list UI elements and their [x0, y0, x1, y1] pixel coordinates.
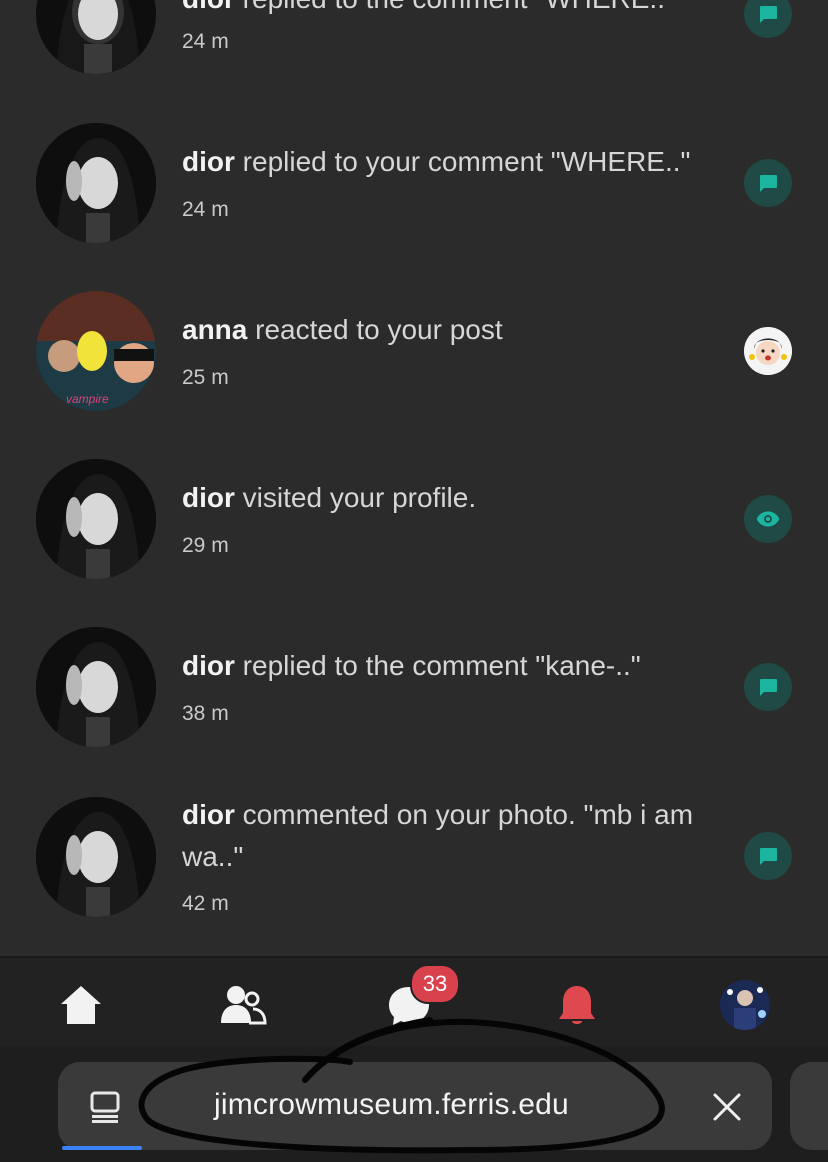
- notification-action: commented on your photo. "mb i am wa..": [182, 799, 694, 872]
- home-icon[interactable]: [56, 980, 106, 1030]
- close-icon[interactable]: [712, 1092, 742, 1127]
- tabs-icon[interactable]: [88, 1090, 122, 1129]
- comment-icon: [744, 0, 792, 38]
- notification-item[interactable]: dior replied to your comment "WHERE.." 2…: [0, 108, 828, 276]
- notification-time: 24 m: [182, 198, 229, 221]
- notification-user: dior: [182, 799, 235, 830]
- notification-time: 42 m: [182, 892, 229, 915]
- notification-item[interactable]: vampire anna reacted to your post 25 m: [0, 276, 828, 444]
- avatar[interactable]: vampire: [36, 291, 156, 411]
- notification-user: dior: [182, 146, 235, 177]
- notification-action: visited your profile.: [242, 482, 477, 513]
- notification-text: dior replied to your comment "WHERE..": [182, 141, 730, 183]
- notification-action: replied to the comment "WHERE..": [243, 0, 675, 14]
- notification-action: replied to the comment "kane-..": [242, 650, 641, 681]
- profile-avatar[interactable]: [720, 980, 770, 1030]
- avatar[interactable]: [36, 123, 156, 243]
- messages-count-badge: 33: [410, 964, 460, 1004]
- comment-icon: [744, 832, 792, 880]
- notification-time: 25 m: [182, 366, 229, 389]
- notification-time: 38 m: [182, 702, 229, 725]
- notification-text: dior visited your profile.: [182, 477, 730, 519]
- notification-text: anna reacted to your post: [182, 309, 730, 351]
- notification-user: dior: [182, 482, 235, 513]
- avatar[interactable]: [36, 797, 156, 917]
- notification-time: 24 m: [182, 30, 229, 53]
- active-tab-indicator: [62, 1146, 142, 1150]
- notification-text: dior replied to the comment "WHERE..": [182, 0, 730, 20]
- comment-icon: [744, 159, 792, 207]
- notification-text: dior commented on your photo. "mb i am w…: [182, 794, 730, 878]
- notifications-icon[interactable]: [552, 980, 602, 1030]
- notification-text: dior replied to the comment "kane-..": [182, 645, 730, 687]
- notification-user: anna: [182, 314, 248, 345]
- notification-item[interactable]: dior visited your profile. 29 m: [0, 444, 828, 612]
- notification-item[interactable]: dior replied to the comment "kane-.." 38…: [0, 612, 828, 780]
- avatar[interactable]: [36, 459, 156, 579]
- comment-icon: [744, 663, 792, 711]
- eye-icon: [744, 495, 792, 543]
- url-text[interactable]: jimcrowmuseum.ferris.edu: [214, 1088, 569, 1122]
- avatar[interactable]: [36, 627, 156, 747]
- notification-item[interactable]: dior replied to the comment "WHERE.." 24…: [0, 0, 828, 108]
- avatar[interactable]: [36, 0, 156, 74]
- notification-action: reacted to your post: [255, 314, 503, 345]
- notification-action: replied to your comment "WHERE..": [242, 146, 691, 177]
- notification-user: dior: [182, 0, 235, 14]
- svg-text:vampire: vampire: [66, 392, 109, 406]
- notification-item[interactable]: dior commented on your photo. "mb i am w…: [0, 780, 828, 956]
- reaction-sticker: [744, 327, 792, 375]
- friends-icon[interactable]: [218, 980, 268, 1030]
- next-tab-pill[interactable]: [790, 1062, 828, 1150]
- notification-time: 29 m: [182, 534, 229, 557]
- notification-user: dior: [182, 650, 235, 681]
